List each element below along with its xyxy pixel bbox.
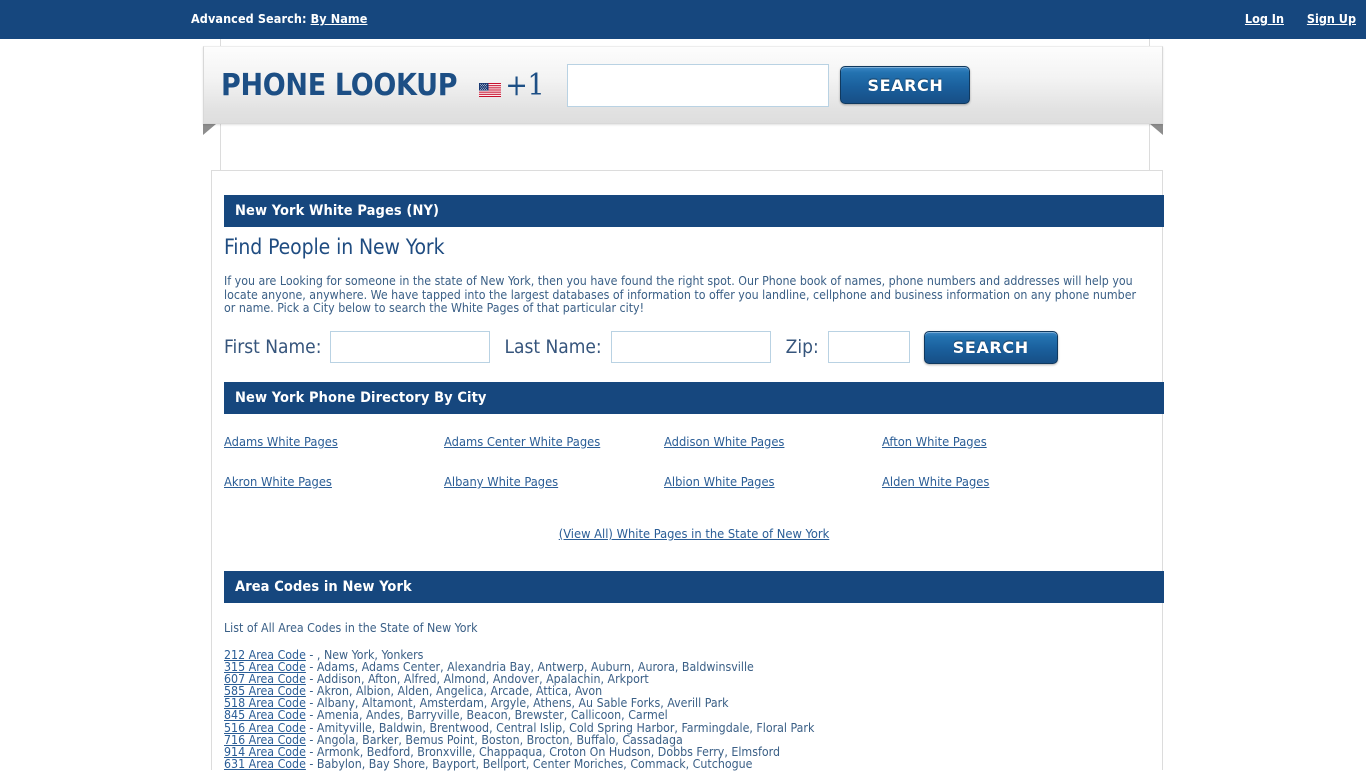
auth-links-group: Log In Sign Up <box>1226 11 1356 26</box>
section-header-directory-by-city: New York Phone Directory By City <box>224 382 1164 414</box>
city-link[interactable]: Adams Center White Pages <box>444 435 664 450</box>
city-link[interactable]: Albany White Pages <box>444 475 664 490</box>
phone-number-input[interactable] <box>567 63 830 107</box>
section-header-white-pages: New York White Pages (NY) <box>224 195 1164 227</box>
first-name-label: First Name: <box>224 336 322 358</box>
name-search-button[interactable]: SEARCH <box>923 330 1058 364</box>
phone-search-button[interactable]: SEARCH <box>840 66 971 104</box>
view-all-white-pages-link[interactable]: (View All) White Pages in the State of N… <box>559 527 830 542</box>
section-header-white-pages-label: New York White Pages (NY) <box>235 203 440 219</box>
login-link[interactable]: Log In <box>1245 11 1284 26</box>
site-logo[interactable]: PHONE LOOKUP +1 <box>221 67 545 103</box>
advanced-search-group: Advanced Search: By Name <box>191 11 367 26</box>
city-link[interactable]: Addison White Pages <box>664 435 882 450</box>
site-logo-text: PHONE LOOKUP <box>221 67 458 103</box>
main-content-card: New York White Pages (NY) Find People in… <box>211 170 1164 770</box>
area-code-cities: - Babylon, Bay Shore, Bayport, Bellport,… <box>305 756 753 771</box>
phone-lookup-ribbon-wrapper: PHONE LOOKUP +1 SEARCH <box>0 46 1366 135</box>
area-codes-intro: List of All Area Codes in the State of N… <box>224 621 478 635</box>
area-codes-list: 212 Area Code - , New York, Yonkers 315 … <box>224 649 1154 770</box>
intro-paragraph: If you are Looking for someone in the st… <box>224 274 1137 316</box>
ribbon-fold-left-icon <box>203 124 216 135</box>
page-title: Find People in New York <box>224 235 445 259</box>
top-navigation-inner: Advanced Search: By Name Log In Sign Up <box>191 0 1356 39</box>
top-navigation-bar: Advanced Search: By Name Log In Sign Up <box>0 0 1366 39</box>
section-header-area-codes-label: Area Codes in New York <box>235 579 412 595</box>
area-code-link[interactable]: 631 Area Code <box>224 757 306 771</box>
city-link[interactable]: Akron White Pages <box>224 475 444 490</box>
section-header-area-codes: Area Codes in New York <box>224 571 1164 603</box>
area-code-row: 631 Area Code - Babylon, Bay Shore, Bayp… <box>224 758 1154 770</box>
last-name-input[interactable] <box>610 331 771 363</box>
city-link[interactable]: Adams White Pages <box>224 435 444 450</box>
city-link[interactable]: Afton White Pages <box>882 435 1102 450</box>
city-links-grid: Adams White Pages Adams Center White Pag… <box>224 435 1164 490</box>
advanced-search-by-name-link[interactable]: By Name <box>311 11 368 26</box>
name-search-form: First Name: Last Name: Zip: SEARCH <box>224 326 1154 368</box>
phone-lookup-ribbon: PHONE LOOKUP +1 SEARCH <box>203 46 1163 124</box>
last-name-label: Last Name: <box>504 336 602 358</box>
ribbon-fold-right-icon <box>1150 124 1163 135</box>
city-link[interactable]: Alden White Pages <box>882 475 1102 490</box>
section-header-directory-by-city-label: New York Phone Directory By City <box>235 390 487 406</box>
view-all-wrapper: (View All) White Pages in the State of N… <box>224 523 1164 542</box>
first-name-input[interactable] <box>330 331 491 363</box>
advanced-search-label: Advanced Search: <box>191 11 307 26</box>
country-code-label: +1 <box>505 67 545 103</box>
us-flag-icon <box>479 70 502 97</box>
zip-input[interactable] <box>827 331 910 363</box>
signup-link[interactable]: Sign Up <box>1307 11 1356 26</box>
zip-label: Zip: <box>785 336 819 358</box>
city-link[interactable]: Albion White Pages <box>664 475 882 490</box>
